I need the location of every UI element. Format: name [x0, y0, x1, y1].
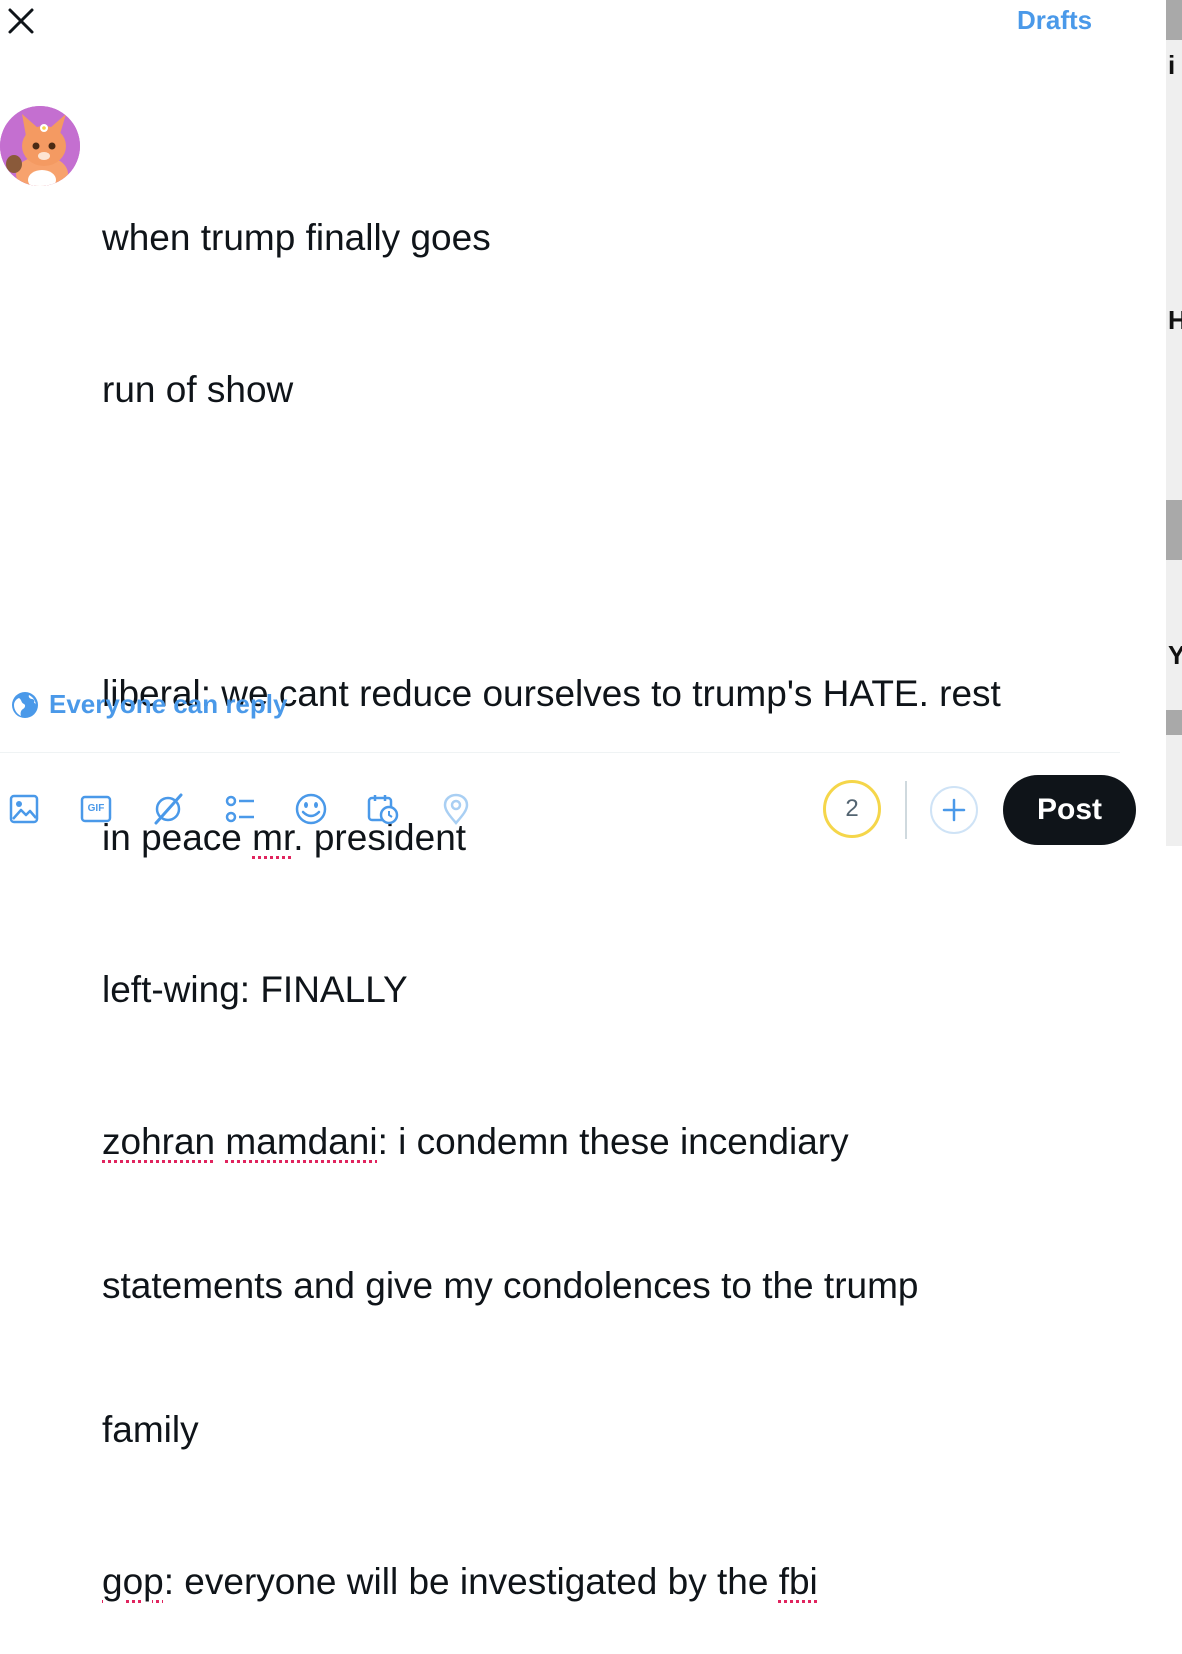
schedule-icon [367, 795, 399, 825]
globe-icon [12, 691, 38, 718]
misspelled-word: fbi [778, 1561, 818, 1602]
misspelled-word: mamdani [225, 1121, 378, 1162]
plus-icon [942, 798, 966, 822]
background-strip [1166, 560, 1182, 710]
schedule-button[interactable] [366, 792, 400, 826]
post-button[interactable]: Post [1003, 775, 1136, 845]
media-button[interactable] [7, 792, 41, 826]
text-segment: : everyone will be investigated by the [163, 1561, 779, 1602]
misspelled-word: mr [252, 817, 294, 858]
misspelled-word: zohran [102, 1121, 216, 1162]
close-button[interactable] [6, 6, 36, 36]
toolbar-divider [0, 752, 1120, 753]
background-glyph: i [1168, 50, 1176, 80]
grok-button[interactable] [151, 792, 185, 826]
post-line: when trump finally goes [102, 217, 491, 258]
character-counter: 2 [823, 780, 881, 838]
gif-button[interactable]: GIF [79, 792, 113, 826]
text-segment [215, 1121, 225, 1162]
background-glyph: H [1168, 305, 1182, 335]
background-strip [1166, 40, 1182, 500]
avatar-image [0, 106, 80, 186]
post-line: run of show [102, 369, 294, 410]
emoji-button[interactable] [294, 792, 328, 826]
background-strip [1166, 735, 1182, 846]
text-segment: : i condemn these incendiary [377, 1121, 849, 1162]
post-line: zohran mamdani: i condemn these incendia… [102, 1118, 1112, 1166]
post-line: statements and give my condolences to th… [102, 1265, 919, 1306]
post-line: family [102, 1409, 199, 1450]
gif-text: GIF [87, 803, 105, 814]
poll-button[interactable] [223, 792, 257, 826]
toolbar-separator [905, 781, 907, 839]
post-line: left-wing: FINALLY [102, 969, 408, 1010]
emoji-icon [295, 793, 327, 825]
misspelled-word: gop [102, 1561, 164, 1602]
reply-setting-label: Everyone can reply [49, 689, 288, 719]
location-button[interactable] [439, 792, 473, 826]
location-icon [443, 793, 469, 825]
add-post-button[interactable] [930, 786, 978, 834]
avatar[interactable] [0, 106, 80, 186]
drafts-button[interactable]: Drafts [1017, 5, 1092, 36]
grok-icon [154, 793, 183, 825]
background-glyph: Y [1168, 640, 1182, 670]
image-icon [9, 794, 39, 824]
reply-setting-button[interactable]: Everyone can reply [11, 689, 287, 720]
post-line: gop: everyone will be investigated by th… [102, 1558, 1112, 1606]
post-text-area[interactable]: when trump finally goes run of show libe… [102, 118, 1112, 1654]
close-icon [8, 8, 34, 34]
poll-icon [225, 795, 254, 823]
background-page: i H Y [1166, 0, 1182, 846]
